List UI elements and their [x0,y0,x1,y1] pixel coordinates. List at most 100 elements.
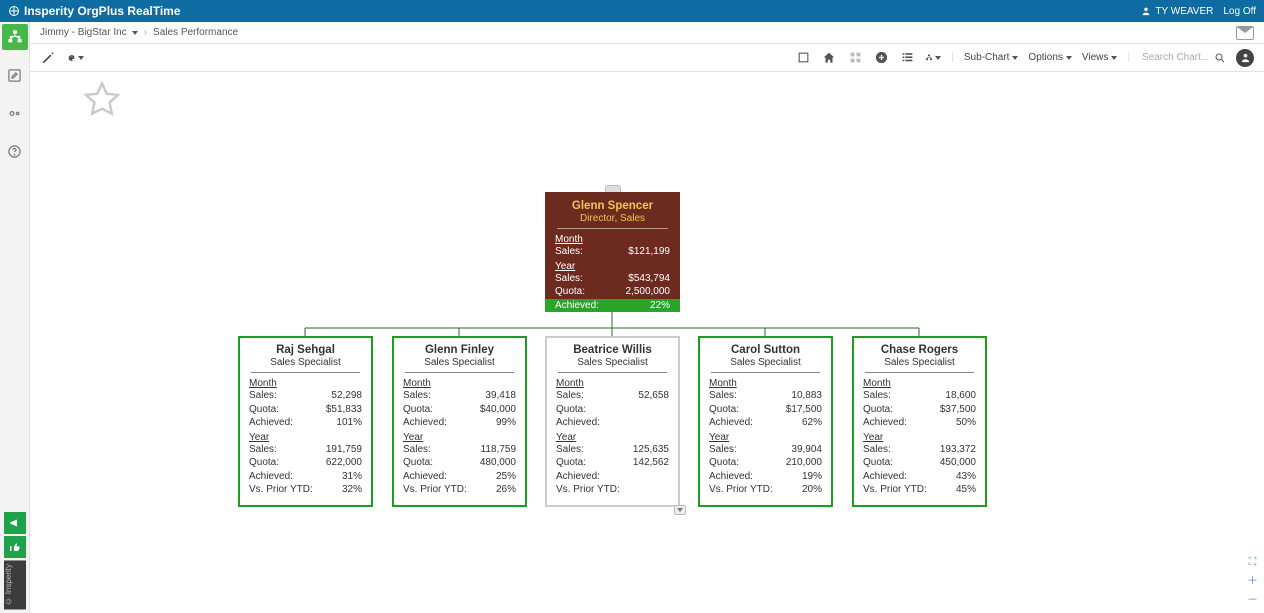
node-role: Sales Specialist [556,357,669,368]
breadcrumb-context[interactable]: Jimmy - BigStar Inc [40,27,138,38]
lbl: Quota: [403,403,433,417]
rail-help[interactable] [2,138,28,164]
lbl: Sales: [555,272,583,286]
val: 52,658 [638,389,669,403]
tree-button[interactable] [925,50,941,66]
lbl: Quota: [863,456,893,470]
subchart-menu[interactable]: Sub-Chart [964,52,1019,63]
subchart-label: Sub-Chart [964,52,1010,63]
section-month: Month [863,378,976,389]
user-icon [1141,6,1151,16]
val: 62% [802,416,822,430]
node-name: Raj Sehgal [249,344,362,356]
val: 45% [956,483,976,497]
grid-button[interactable] [847,50,863,66]
lbl: Sales: [249,389,277,403]
lbl: Achieved: [863,470,907,484]
section-month: Month [403,378,516,389]
user-icon [1240,52,1251,63]
node-role: Sales Specialist [249,357,362,368]
rail-edit[interactable] [2,62,28,88]
breadcrumb-row: Jimmy - BigStar Inc › Sales Performance [30,22,1264,44]
lbl: Quota: [249,456,279,470]
options-menu[interactable]: Options [1028,52,1071,63]
rail-settings[interactable] [2,100,28,126]
val: 210,000 [786,456,822,470]
node-child-selected[interactable]: Beatrice Willis Sales Specialist Month S… [545,336,680,507]
val: 99% [496,416,516,430]
lbl: Sales: [863,389,891,403]
lbl: Quota: [556,456,586,470]
top-right: TY WEAVER Log Off [1141,6,1256,17]
lbl: Achieved: [709,470,753,484]
chevron-down-icon [78,56,84,60]
node-role: Sales Specialist [863,357,976,368]
home-icon [822,51,836,65]
section-year: Year [556,432,669,443]
thumb-icon [9,541,21,553]
search-input[interactable] [1140,51,1210,64]
select-button[interactable] [795,50,811,66]
val: 52,298 [331,389,362,403]
node-child[interactable]: Chase Rogers Sales Specialist Month Sale… [852,336,987,507]
lbl: Sales: [863,443,891,457]
node-name: Chase Rogers [863,344,976,356]
section-month: Month [556,378,669,389]
rail-orgchart[interactable] [2,24,28,50]
rail-thumb[interactable] [4,536,26,558]
zoom-in-button[interactable]: ＋ [1247,572,1258,588]
node-child[interactable]: Glenn Finley Sales Specialist Month Sale… [392,336,527,507]
breadcrumb-context-label: Jimmy - BigStar Inc [40,27,127,38]
lbl: Sales: [403,389,431,403]
val: $121,199 [628,245,670,259]
current-user[interactable]: TY WEAVER [1141,6,1213,17]
chevron-down-icon [1111,56,1117,60]
rail-copyright[interactable]: © Insperity [4,560,26,609]
rail-megaphone[interactable] [4,512,26,534]
val: 622,000 [326,456,362,470]
val: 50% [956,416,976,430]
val: 125,635 [633,443,669,457]
home-button[interactable] [821,50,837,66]
val: 18,600 [945,389,976,403]
views-menu[interactable]: Views [1082,52,1118,63]
val: $51,833 [326,403,362,417]
val: 26% [496,483,516,497]
profile-button[interactable] [1236,49,1254,67]
zoom-out-button[interactable]: － [1247,591,1258,607]
palette-button[interactable] [68,50,84,66]
lbl: Sales: [249,443,277,457]
search-box[interactable] [1140,51,1226,64]
val: 25% [496,470,516,484]
add-button[interactable] [873,50,889,66]
expand-down-handle[interactable] [674,505,686,515]
star-icon[interactable] [80,78,124,122]
chevron-down-icon [935,56,941,60]
list-button[interactable] [899,50,915,66]
node-child[interactable]: Raj Sehgal Sales Specialist Month Sales:… [238,336,373,507]
node-root[interactable]: Glenn Spencer Director, Sales Month Sale… [545,192,680,312]
mail-icon[interactable] [1236,26,1254,40]
lbl: Quota: [863,403,893,417]
node-child[interactable]: Carol Sutton Sales Specialist Month Sale… [698,336,833,507]
lbl: Quota: [709,456,739,470]
toolbar: | Sub-Chart Options Views | [30,44,1264,72]
lbl: Quota: [556,403,586,417]
views-label: Views [1082,52,1109,63]
val: 19% [802,470,822,484]
pencil-button[interactable] [40,50,56,66]
node-name: Glenn Finley [403,344,516,356]
expand-up-handle[interactable] [605,185,621,192]
fullscreen-button[interactable]: ⛶ [1249,556,1257,569]
palette-icon [68,51,75,65]
brand-icon [8,5,20,17]
chart-canvas[interactable]: Glenn Spencer Director, Sales Month Sale… [30,72,1264,613]
val: $17,500 [786,403,822,417]
logoff-link[interactable]: Log Off [1223,6,1256,17]
val: 39,904 [791,443,822,457]
val: 480,000 [480,456,516,470]
val: 450,000 [940,456,976,470]
megaphone-icon [9,517,21,529]
breadcrumb-page[interactable]: Sales Performance [153,27,238,38]
list-icon [900,51,915,64]
